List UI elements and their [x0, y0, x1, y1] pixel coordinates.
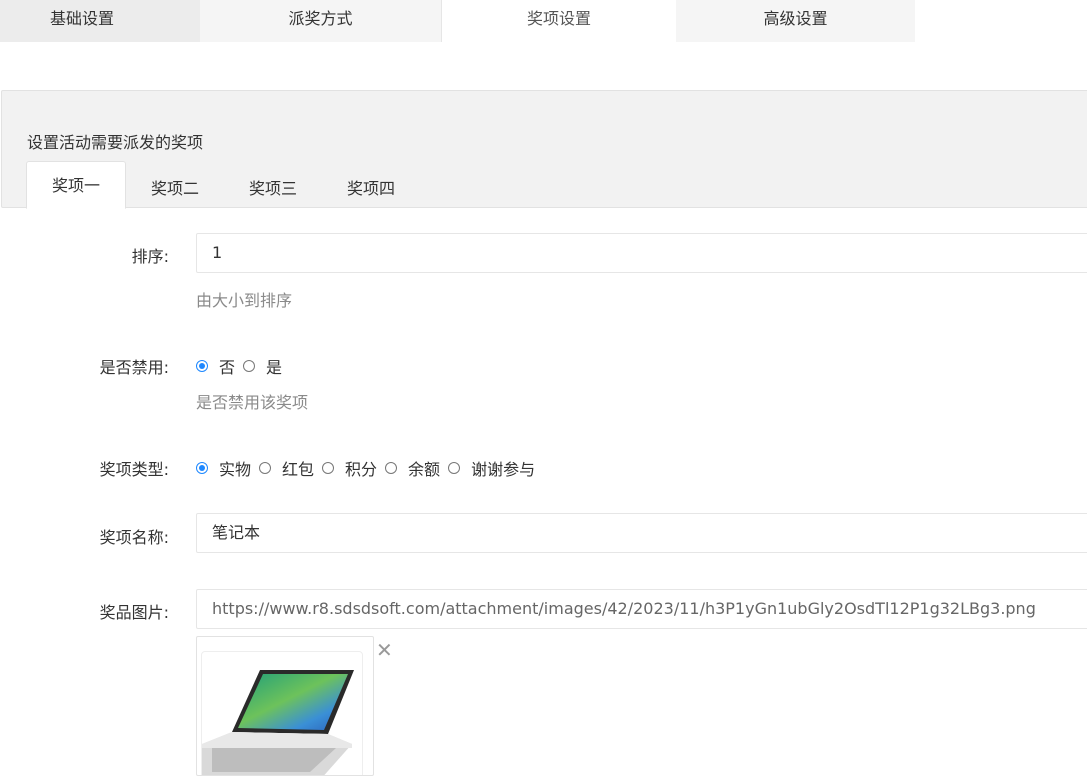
prize-type-radio-group: 实物 红包 积分 余额 谢谢参与: [196, 456, 543, 480]
remove-image-icon[interactable]: ✕: [376, 638, 393, 662]
tab-prize-3[interactable]: 奖项三: [224, 173, 322, 209]
radio-unchecked-icon: [243, 360, 256, 372]
tab-prize-2[interactable]: 奖项二: [126, 173, 224, 209]
type-option-physical[interactable]: 实物: [196, 456, 251, 480]
prize-image-label: 奖品图片:: [99, 603, 169, 622]
disabled-option-no[interactable]: 否: [196, 354, 235, 378]
tab-advanced-settings[interactable]: 高级设置: [676, 0, 915, 42]
sort-label: 排序:: [131, 247, 169, 266]
sort-input[interactable]: 1: [196, 233, 1087, 273]
type-option-points[interactable]: 积分: [322, 456, 377, 480]
type-option-balance[interactable]: 余额: [385, 456, 440, 480]
radio-checked-icon: [196, 462, 208, 474]
sort-help: 由大小到排序: [196, 291, 293, 310]
radio-unchecked-icon: [448, 462, 461, 474]
tab-prize-1[interactable]: 奖项一: [26, 161, 126, 209]
type-option-thanks[interactable]: 谢谢参与: [448, 456, 535, 480]
disabled-option-yes[interactable]: 是: [243, 354, 282, 378]
disabled-label: 是否禁用:: [99, 358, 169, 377]
tab-basic-settings[interactable]: 基础设置: [0, 0, 200, 42]
disabled-radio-group: 否 是: [196, 354, 290, 378]
prize-image-preview: [196, 636, 374, 776]
radio-checked-icon: [196, 360, 208, 372]
prize-name-input[interactable]: 笔记本: [196, 513, 1087, 553]
prize-image-url-input[interactable]: https://www.r8.sdsdsoft.com/attachment/i…: [196, 589, 1087, 629]
radio-unchecked-icon: [385, 462, 398, 474]
laptop-illustration: [202, 670, 354, 775]
radio-unchecked-icon: [259, 462, 272, 474]
radio-unchecked-icon: [322, 462, 335, 474]
disabled-help: 是否禁用该奖项: [196, 393, 309, 412]
tab-award-method[interactable]: 派奖方式: [200, 0, 441, 42]
type-option-red-packet[interactable]: 红包: [259, 456, 314, 480]
panel-title: 设置活动需要派发的奖项: [27, 133, 204, 152]
prize-name-label: 奖项名称:: [99, 528, 169, 547]
prize-panel-header: 设置活动需要派发的奖项 奖项一 奖项二 奖项三 奖项四: [1, 90, 1087, 209]
laptop-image: [201, 651, 363, 775]
tab-prize-settings[interactable]: 奖项设置: [441, 0, 677, 42]
prize-type-label: 奖项类型:: [99, 460, 169, 479]
top-tab-bar: 基础设置 派奖方式 奖项设置 高级设置: [0, 0, 1087, 42]
tab-prize-4[interactable]: 奖项四: [322, 173, 420, 209]
